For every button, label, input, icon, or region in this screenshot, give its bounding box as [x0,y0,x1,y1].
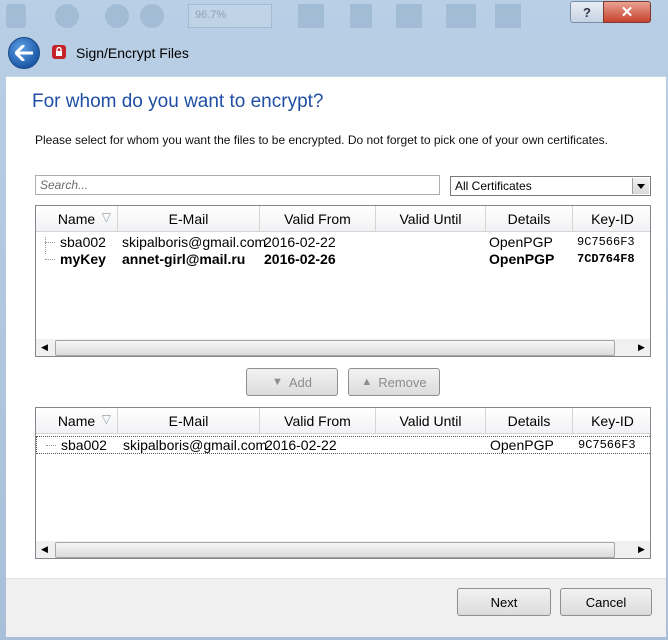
cancel-button-label: Cancel [585,594,627,610]
cell-details: OpenPGP [489,234,553,250]
column-header-email[interactable]: E-Mail [118,408,260,434]
column-header-label: Name [57,412,96,429]
column-header-email[interactable]: E-Mail [118,206,260,232]
scroll-right-icon[interactable]: ▶ [633,339,650,356]
cell-details: OpenPGP [490,437,554,453]
column-header-name[interactable]: Name ▽ [36,408,118,434]
selected-recipients-table[interactable]: Name ▽ E-Mail Valid From Valid Until Deta… [35,407,651,559]
column-header-label: E-Mail [168,412,209,429]
table-row[interactable]: sba002 skipalboris@gmail.com 2016-02-22 … [36,436,650,454]
horizontal-scrollbar[interactable]: ◀ ▶ [36,541,650,558]
column-header-label: E-Mail [168,210,209,227]
column-header-label: Valid Until [399,412,462,429]
column-header-label: Valid From [284,210,351,227]
ghost-sidebar-icon [495,4,521,28]
cell-key-id: 9C7566F3 [578,438,636,452]
next-button-label: Next [490,594,518,610]
column-header-label: Name [57,210,96,227]
help-button[interactable]: ? [570,1,604,23]
ghost-zoom-out-icon [105,4,129,28]
cell-email: skipalboris@gmail.com [122,234,267,250]
table-header: Name ▽ E-Mail Valid From Valid Until Deta… [36,206,650,232]
tree-line [45,242,55,243]
ghost-crop-icon [298,4,324,28]
scroll-left-icon[interactable]: ◀ [36,541,53,558]
cell-details: OpenPGP [489,251,555,267]
cell-name: sba002 [60,234,106,250]
available-certificates-table[interactable]: Name ▽ E-Mail Valid From Valid Until Deta… [35,205,651,357]
close-button[interactable]: ✕ [603,1,651,23]
add-button-label: Add [288,374,313,390]
column-header-label: Valid From [284,412,351,429]
column-header-valid-until[interactable]: Valid Until [376,408,486,434]
table-row[interactable]: sba002 skipalboris@gmail.com 2016-02-22 … [36,234,650,251]
cell-key-id: 7CD764F8 [577,252,635,266]
sort-indicator-icon: ▽ [101,412,111,426]
search-input[interactable]: Search... [35,175,440,195]
scroll-left-icon[interactable]: ◀ [36,339,53,356]
column-header-key-id[interactable]: Key-ID [573,206,650,232]
cell-valid-from: 2016-02-26 [264,251,336,267]
column-header-details[interactable]: Details [486,408,573,434]
column-header-label: Key-ID [591,412,634,429]
cell-email: skipalboris@gmail.com [123,437,268,453]
ghost-fit-icon [396,4,422,28]
horizontal-scrollbar[interactable]: ◀ ▶ [36,339,650,356]
column-header-name[interactable]: Name ▽ [36,206,118,232]
sort-indicator-icon: ▽ [101,210,111,224]
scrollbar-thumb[interactable] [55,542,615,558]
certificate-filter-value: All Certificates [455,179,532,193]
tree-line [46,445,56,446]
cell-email: annet-girl@mail.ru [122,251,246,267]
remove-button-label: Remove [378,374,427,390]
ghost-page-icon [350,4,372,28]
window-frame: 96.7% ? ✕ Sign/Encrypt Files For whom do… [0,0,668,640]
column-header-details[interactable]: Details [486,206,573,232]
table-header: Name ▽ E-Mail Valid From Valid Until Deta… [36,408,650,434]
column-header-label: Details [507,412,551,429]
scrollbar-thumb[interactable] [55,340,615,356]
intro-text: Please select for whom you want the file… [35,133,608,147]
back-arrow-icon [15,45,33,61]
cancel-button[interactable]: Cancel [560,588,652,616]
add-button[interactable]: ▼ Add [246,368,338,396]
window-title: Sign/Encrypt Files [76,45,189,61]
column-header-valid-until[interactable]: Valid Until [376,206,486,232]
column-header-label: Valid Until [399,210,462,227]
column-header-label: Key-ID [591,210,634,227]
arrow-up-icon: ▲ [361,376,373,388]
tree-line [45,259,55,260]
arrow-down-icon: ▼ [271,376,283,388]
title-bar: 96.7% ? ✕ [0,0,668,30]
next-button[interactable]: Next [457,588,551,616]
ghost-zoom-field: 96.7% [188,4,272,28]
ghost-zoom-in-icon [140,4,164,28]
cell-key-id: 9C7566F3 [577,235,635,249]
ghost-tool-icon [446,4,476,28]
page-title: For whom do you want to encrypt? [32,91,324,112]
table-row[interactable]: myKey annet-girl@mail.ru 2016-02-26 Open… [36,251,650,268]
remove-button[interactable]: ▲ Remove [348,368,440,396]
cell-valid-from: 2016-02-22 [264,234,336,250]
column-header-valid-from[interactable]: Valid From [260,206,376,232]
chevron-down-icon[interactable] [632,178,649,194]
cell-name: myKey [60,251,106,267]
column-header-key-id[interactable]: Key-ID [573,408,650,434]
cell-valid-from: 2016-02-22 [265,437,337,453]
certificate-filter-select[interactable]: All Certificates [450,176,651,196]
scroll-right-icon[interactable]: ▶ [633,541,650,558]
ghost-hand-icon [55,4,79,28]
ghost-pointer-icon [6,4,26,28]
kleopatra-icon [52,45,66,59]
column-header-label: Details [507,210,551,227]
cell-name: sba002 [61,437,107,453]
back-button[interactable] [8,37,40,69]
column-header-valid-from[interactable]: Valid From [260,408,376,434]
